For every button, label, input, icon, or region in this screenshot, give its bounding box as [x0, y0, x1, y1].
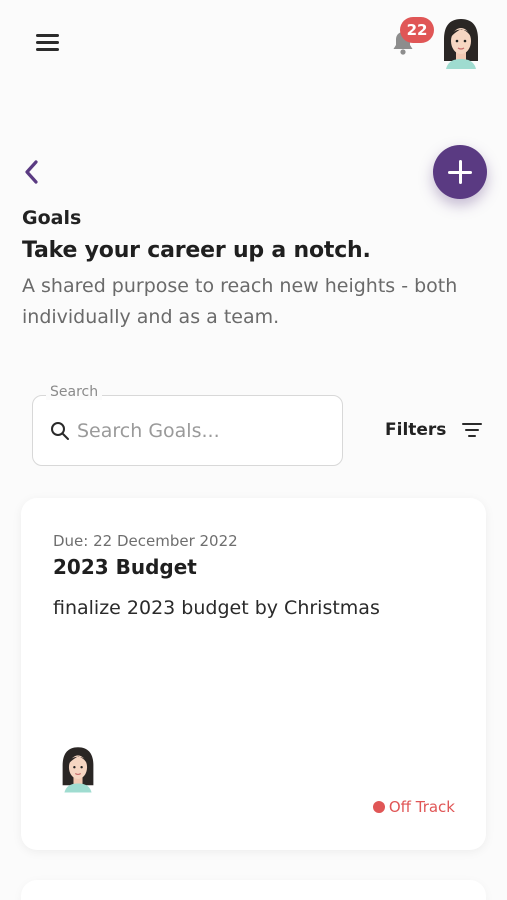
status-dot-icon: [372, 801, 385, 813]
filters-button[interactable]: Filters: [385, 420, 483, 440]
menu-icon[interactable]: [36, 34, 59, 52]
goal-card[interactable]: Due: 22 December 2022 2023 Budget finali…: [21, 498, 486, 850]
goal-status: Off Track: [372, 798, 455, 816]
page-title: Goals: [22, 207, 82, 229]
goal-description: finalize 2023 budget by Christmas: [53, 597, 380, 619]
filters-label: Filters: [385, 420, 447, 440]
top-bar: 22: [0, 0, 507, 90]
page-headline: Take your career up a notch.: [22, 238, 371, 263]
back-chevron-icon[interactable]: [20, 156, 44, 188]
notification-badge: 22: [400, 17, 434, 43]
page-subtext: A shared purpose to reach new heights - …: [22, 275, 458, 328]
user-avatar[interactable]: [440, 17, 482, 69]
search-legend: Search: [46, 384, 103, 400]
goal-title: 2023 Budget: [53, 555, 197, 579]
goal-owner-avatar: [62, 747, 94, 793]
add-goal-button[interactable]: [433, 145, 487, 199]
goal-due-date: Due: 22 December 2022: [53, 532, 238, 550]
goal-card-next[interactable]: [21, 880, 486, 900]
search-icon: [51, 422, 69, 440]
search-input[interactable]: [77, 416, 327, 446]
filter-icon: [462, 423, 483, 437]
status-label: Off Track: [388, 798, 455, 816]
